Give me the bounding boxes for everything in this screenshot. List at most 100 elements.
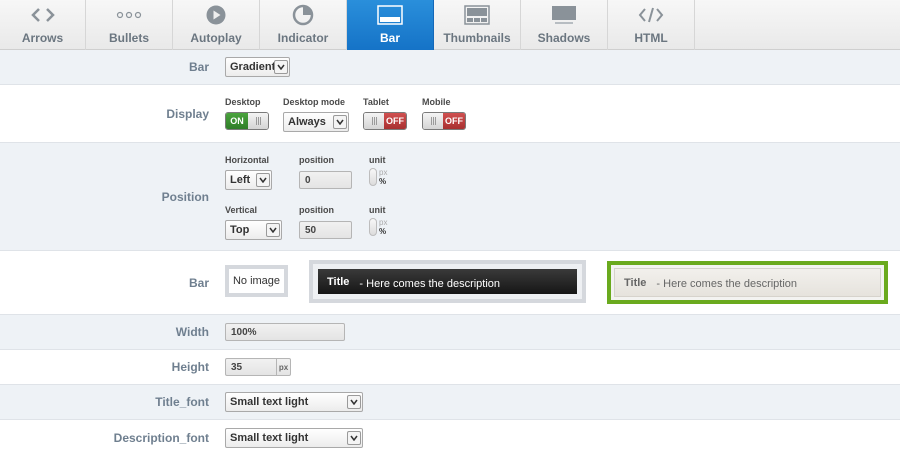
horizontal-position-input[interactable]: 0 — [299, 171, 352, 189]
tab-html[interactable]: HTML — [608, 0, 695, 50]
horizontal-value: Left — [230, 174, 251, 186]
chevron-down-icon — [347, 430, 361, 445]
tab-label: Thumbnails — [443, 31, 511, 45]
dark-bar-title: Title — [327, 275, 350, 288]
mobile-toggle[interactable]: OFF — [422, 112, 466, 130]
row-bar-type: Bar Gradient — [0, 50, 900, 85]
desktop-mode-select[interactable]: Always — [283, 112, 349, 132]
vertical-position-input[interactable]: 50 — [299, 221, 352, 239]
tab-label: Bar — [379, 31, 400, 45]
vertical-label: Vertical — [225, 205, 258, 215]
no-image-label: No image — [232, 275, 281, 287]
row-bar-style: Bar No image Title - Here comes the desc… — [0, 251, 900, 315]
chevron-down-icon — [256, 173, 270, 187]
desktop-label: Desktop — [225, 97, 261, 107]
chevron-down-icon — [333, 115, 347, 129]
vertical-unit-switch[interactable]: px % — [369, 218, 387, 236]
title-font-label: Title_font — [155, 395, 209, 409]
chevron-down-icon — [347, 395, 361, 409]
thumbnails-icon — [464, 3, 490, 27]
title-font-select[interactable]: Small text light — [225, 392, 363, 412]
row-height: Height 35 px — [0, 350, 900, 385]
unit-px: px — [379, 218, 388, 227]
tab-label: Shadows — [537, 31, 591, 45]
grip-icon — [423, 113, 443, 129]
bar-option-no-image[interactable]: No image — [225, 265, 288, 297]
autoplay-icon — [205, 3, 227, 27]
tab-shadows[interactable]: Shadows — [521, 0, 608, 50]
tab-label: Indicator — [277, 31, 329, 45]
chevron-down-icon — [274, 60, 288, 74]
width-input[interactable]: 100% — [225, 323, 345, 341]
height-unit: px — [276, 359, 290, 375]
bar-option-dark[interactable]: Title - Here comes the description — [309, 260, 586, 303]
tab-bar-active[interactable]: Bar — [347, 0, 434, 50]
bar-type-value: Gradient — [230, 61, 276, 73]
bar-type-label: Bar — [188, 60, 209, 74]
tab-thumbnails[interactable]: Thumbnails — [434, 0, 521, 50]
tab-autoplay[interactable]: Autoplay — [173, 0, 260, 50]
grip-icon — [248, 113, 268, 129]
position-label: Position — [161, 189, 209, 204]
description-font-label: Description_font — [113, 430, 209, 445]
dark-bar-preview: Title - Here comes the description — [318, 269, 577, 294]
bullets-icon — [116, 3, 142, 27]
tablet-toggle[interactable]: OFF — [363, 112, 407, 130]
vertical-value: Top — [230, 224, 250, 236]
row-description-font: Description_font Small text light — [0, 420, 900, 455]
title-font-value: Small text light — [230, 396, 309, 408]
tab-label: Arrows — [21, 31, 64, 45]
toggle-state: OFF — [384, 113, 406, 129]
vertical-position-label: position — [299, 205, 334, 215]
height-label: Height — [171, 360, 209, 374]
desktop-mode-label: Desktop mode — [283, 97, 346, 107]
toggle-state: ON — [226, 113, 248, 129]
row-position: Position Horizontal Left position 0 unit… — [0, 143, 900, 251]
row-display: Display Desktop ON Desktop mode Always T… — [0, 85, 900, 143]
display-label: Display — [166, 106, 209, 121]
horizontal-unit-switch[interactable]: px % — [369, 168, 387, 186]
vertical-select[interactable]: Top — [225, 220, 282, 240]
tab-label: Autoplay — [190, 31, 242, 45]
description-font-value: Small text light — [230, 431, 309, 444]
vertical-unit-label: unit — [369, 205, 386, 215]
bar-style-label: Bar — [188, 275, 209, 290]
width-label: Width — [175, 325, 209, 339]
horizontal-label: Horizontal — [225, 155, 269, 165]
row-width: Width 100% — [0, 315, 900, 350]
indicator-icon — [292, 3, 314, 27]
tab-label: Bullets — [108, 31, 149, 45]
unit-percent: % — [379, 227, 387, 236]
tab-label: HTML — [634, 31, 668, 45]
html-icon — [638, 3, 664, 27]
horizontal-unit-label: unit — [369, 155, 386, 165]
desktop-toggle[interactable]: ON — [225, 112, 269, 130]
tab-bullets[interactable]: Bullets — [86, 0, 173, 50]
tab-indicator[interactable]: Indicator — [260, 0, 347, 50]
bar-icon — [377, 3, 403, 27]
arrows-icon — [30, 3, 55, 27]
light-bar-preview: Title - Here comes the description — [614, 268, 881, 297]
chevron-down-icon — [266, 223, 280, 237]
description-font-select[interactable]: Small text light — [225, 427, 363, 448]
dark-bar-description: - Here comes the description — [359, 277, 501, 290]
height-input[interactable]: 35 px — [225, 358, 291, 376]
light-bar-title: Title — [624, 276, 647, 289]
unit-px: px — [379, 168, 388, 177]
light-bar-description: - Here comes the description — [656, 277, 798, 290]
unit-percent: % — [379, 177, 387, 186]
tab-arrows[interactable]: Arrows — [0, 0, 86, 50]
mobile-label: Mobile — [422, 97, 451, 107]
toggle-state: OFF — [443, 113, 465, 129]
horizontal-position-label: position — [299, 155, 334, 165]
tab-bar: Arrows Bullets Autoplay Indicator Bar Th… — [0, 0, 900, 50]
desktop-mode-value: Always — [288, 116, 326, 128]
height-value: 35 — [231, 361, 243, 373]
row-title-font: Title_font Small text light — [0, 385, 900, 420]
tablet-label: Tablet — [363, 97, 389, 107]
shadows-icon — [551, 3, 577, 27]
horizontal-select[interactable]: Left — [225, 170, 272, 190]
bar-option-light-selected[interactable]: Title - Here comes the description — [607, 261, 888, 304]
bar-type-select[interactable]: Gradient — [225, 57, 290, 77]
grip-icon — [364, 113, 384, 129]
